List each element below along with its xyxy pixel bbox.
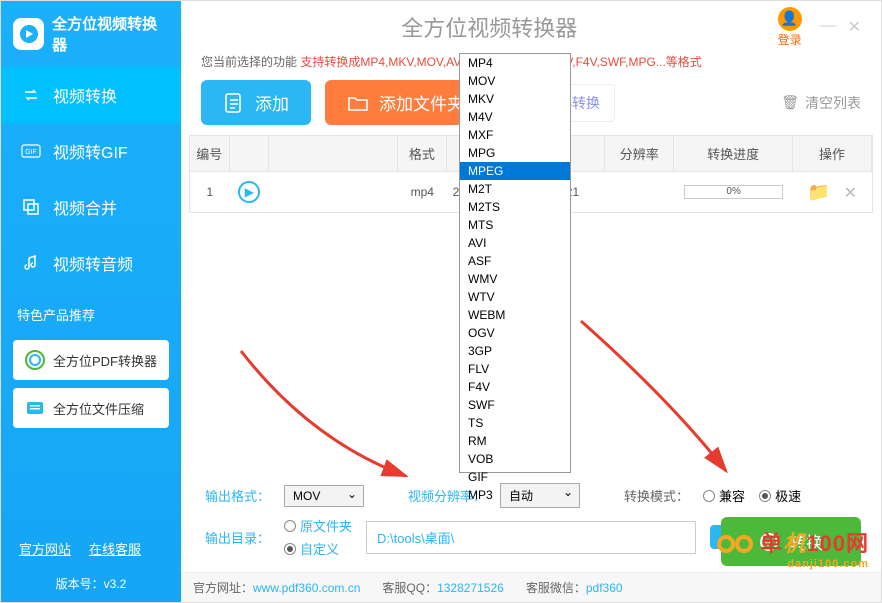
nav-video-convert[interactable]: 视频转换 bbox=[1, 67, 181, 123]
link-official-site[interactable]: 官方网站 bbox=[19, 539, 71, 558]
nav-video-merge[interactable]: 视频合并 bbox=[1, 179, 181, 235]
output-dir-label: 输出目录： bbox=[205, 528, 270, 547]
dropdown-option[interactable]: MPG bbox=[460, 144, 570, 162]
cell-name bbox=[269, 188, 397, 196]
dropdown-option[interactable]: AVI bbox=[460, 234, 570, 252]
cell-num: 1 bbox=[190, 181, 230, 203]
file-icon bbox=[223, 92, 245, 114]
format-dropdown[interactable]: MP4MOVMKVM4VMXFMPGMPEGM2TM2TSMTSAVIASFWM… bbox=[459, 53, 571, 473]
dropdown-option[interactable]: RM bbox=[460, 432, 570, 450]
th-format: 格式 bbox=[398, 136, 447, 171]
minimize-button[interactable]: — bbox=[820, 17, 836, 37]
convert-icon bbox=[21, 85, 41, 105]
th-name bbox=[269, 136, 397, 171]
gif-icon: GIF bbox=[21, 141, 41, 161]
dropdown-option[interactable]: FLV bbox=[460, 360, 570, 378]
product-file-compress[interactable]: 全方位文件压缩 bbox=[13, 388, 169, 428]
dropdown-option[interactable]: ASF bbox=[460, 252, 570, 270]
dropdown-option[interactable]: WTV bbox=[460, 288, 570, 306]
nav-label: 视频转GIF bbox=[53, 139, 128, 163]
app-logo: 全方位视频转换器 bbox=[1, 1, 181, 67]
cell-format: mp4 bbox=[398, 181, 447, 203]
footer-site-link[interactable]: www.pdf360.com.cn bbox=[253, 581, 360, 595]
clear-list-button[interactable]: 🗑 清空列表 bbox=[781, 93, 861, 113]
titlebar: 全方位视频转换器 👤 登录 — ✕ bbox=[181, 1, 881, 53]
nav-label: 视频合并 bbox=[53, 195, 117, 219]
dropdown-option[interactable]: M2TS bbox=[460, 198, 570, 216]
dropdown-option[interactable]: MPEG bbox=[460, 162, 570, 180]
th-progress: 转换进度 bbox=[674, 136, 793, 171]
app-name: 全方位视频转换器 bbox=[52, 13, 169, 55]
footer-qq[interactable]: 1328271526 bbox=[437, 581, 504, 595]
product-pdf-converter[interactable]: 全方位PDF转换器 bbox=[13, 340, 169, 380]
dropdown-option[interactable]: OGV bbox=[460, 324, 570, 342]
featured-title: 特色产品推荐 bbox=[1, 291, 181, 332]
dropdown-option[interactable]: F4V bbox=[460, 378, 570, 396]
dropdown-option[interactable]: M2T bbox=[460, 180, 570, 198]
progress-bar: 0% bbox=[684, 185, 783, 199]
dropdown-option[interactable]: 3GP bbox=[460, 342, 570, 360]
th-action: 操作 bbox=[793, 136, 872, 171]
th-num: 编号 bbox=[190, 136, 230, 171]
footer-wx[interactable]: pdf360 bbox=[586, 581, 623, 595]
mode-fast-radio[interactable]: 极速 bbox=[759, 486, 801, 505]
user-icon: 👤 bbox=[778, 7, 802, 31]
dropdown-option[interactable]: MXF bbox=[460, 126, 570, 144]
cell-res bbox=[605, 188, 674, 196]
audio-icon bbox=[21, 253, 41, 273]
play-icon[interactable]: ▶ bbox=[238, 181, 260, 203]
dropdown-option[interactable]: TS bbox=[460, 414, 570, 432]
sidebar-links: 官方网站 在线客服 bbox=[1, 539, 181, 558]
version-text: 版本号：v3.2 bbox=[1, 575, 181, 592]
nav-video-gif[interactable]: GIF 视频转GIF bbox=[1, 123, 181, 179]
footer: 官方网址：www.pdf360.com.cn 客服QQ：1328271526 客… bbox=[181, 572, 881, 602]
dropdown-option[interactable]: GIF bbox=[460, 468, 570, 486]
dir-original-radio[interactable]: 原文件夹 bbox=[284, 516, 352, 535]
dropdown-option[interactable]: MP3 bbox=[460, 486, 570, 504]
dropdown-option[interactable]: MP4 bbox=[460, 54, 570, 72]
product-label: 全方位文件压缩 bbox=[53, 399, 144, 418]
nav-video-audio[interactable]: 视频转音频 bbox=[1, 235, 181, 291]
output-format-select[interactable]: MOV bbox=[284, 485, 364, 507]
login-button[interactable]: 👤 登录 bbox=[778, 7, 802, 48]
open-folder-icon[interactable]: 📁 bbox=[808, 182, 830, 202]
output-path-input[interactable]: D:\tools\桌面\ bbox=[366, 521, 696, 554]
pdf-icon bbox=[25, 350, 45, 370]
logo-icon bbox=[13, 18, 44, 50]
folder-icon bbox=[347, 92, 369, 114]
dropdown-option[interactable]: VOB bbox=[460, 450, 570, 468]
trash-icon: 🗑 bbox=[781, 94, 799, 111]
mode-label: 转换模式： bbox=[624, 486, 689, 505]
add-file-button[interactable]: 添加 bbox=[201, 80, 311, 125]
dropdown-option[interactable]: SWF bbox=[460, 396, 570, 414]
svg-text:GIF: GIF bbox=[25, 149, 37, 156]
output-format-label: 输出格式： bbox=[205, 486, 270, 505]
nav-label: 视频转换 bbox=[53, 83, 117, 107]
dropdown-option[interactable]: MKV bbox=[460, 90, 570, 108]
close-button[interactable]: ✕ bbox=[848, 17, 861, 37]
merge-icon bbox=[21, 197, 41, 217]
dropdown-option[interactable]: M4V bbox=[460, 108, 570, 126]
product-label: 全方位PDF转换器 bbox=[53, 351, 157, 370]
dropdown-option[interactable]: WEBM bbox=[460, 306, 570, 324]
nav-label: 视频转音频 bbox=[53, 251, 133, 275]
window-title: 全方位视频转换器 bbox=[201, 11, 778, 43]
dir-custom-radio[interactable]: 自定义 bbox=[284, 539, 352, 558]
dropdown-option[interactable]: WMV bbox=[460, 270, 570, 288]
remove-icon[interactable]: ✕ bbox=[844, 185, 857, 202]
compress-icon bbox=[25, 398, 45, 418]
th-play bbox=[230, 136, 270, 171]
dropdown-option[interactable]: MTS bbox=[460, 216, 570, 234]
link-online-service[interactable]: 在线客服 bbox=[89, 539, 141, 558]
th-res: 分辨率 bbox=[605, 136, 674, 171]
dropdown-option[interactable]: MOV bbox=[460, 72, 570, 90]
mode-compat-radio[interactable]: 兼容 bbox=[703, 486, 745, 505]
watermark: 单机100网 danji100.com bbox=[717, 526, 869, 570]
